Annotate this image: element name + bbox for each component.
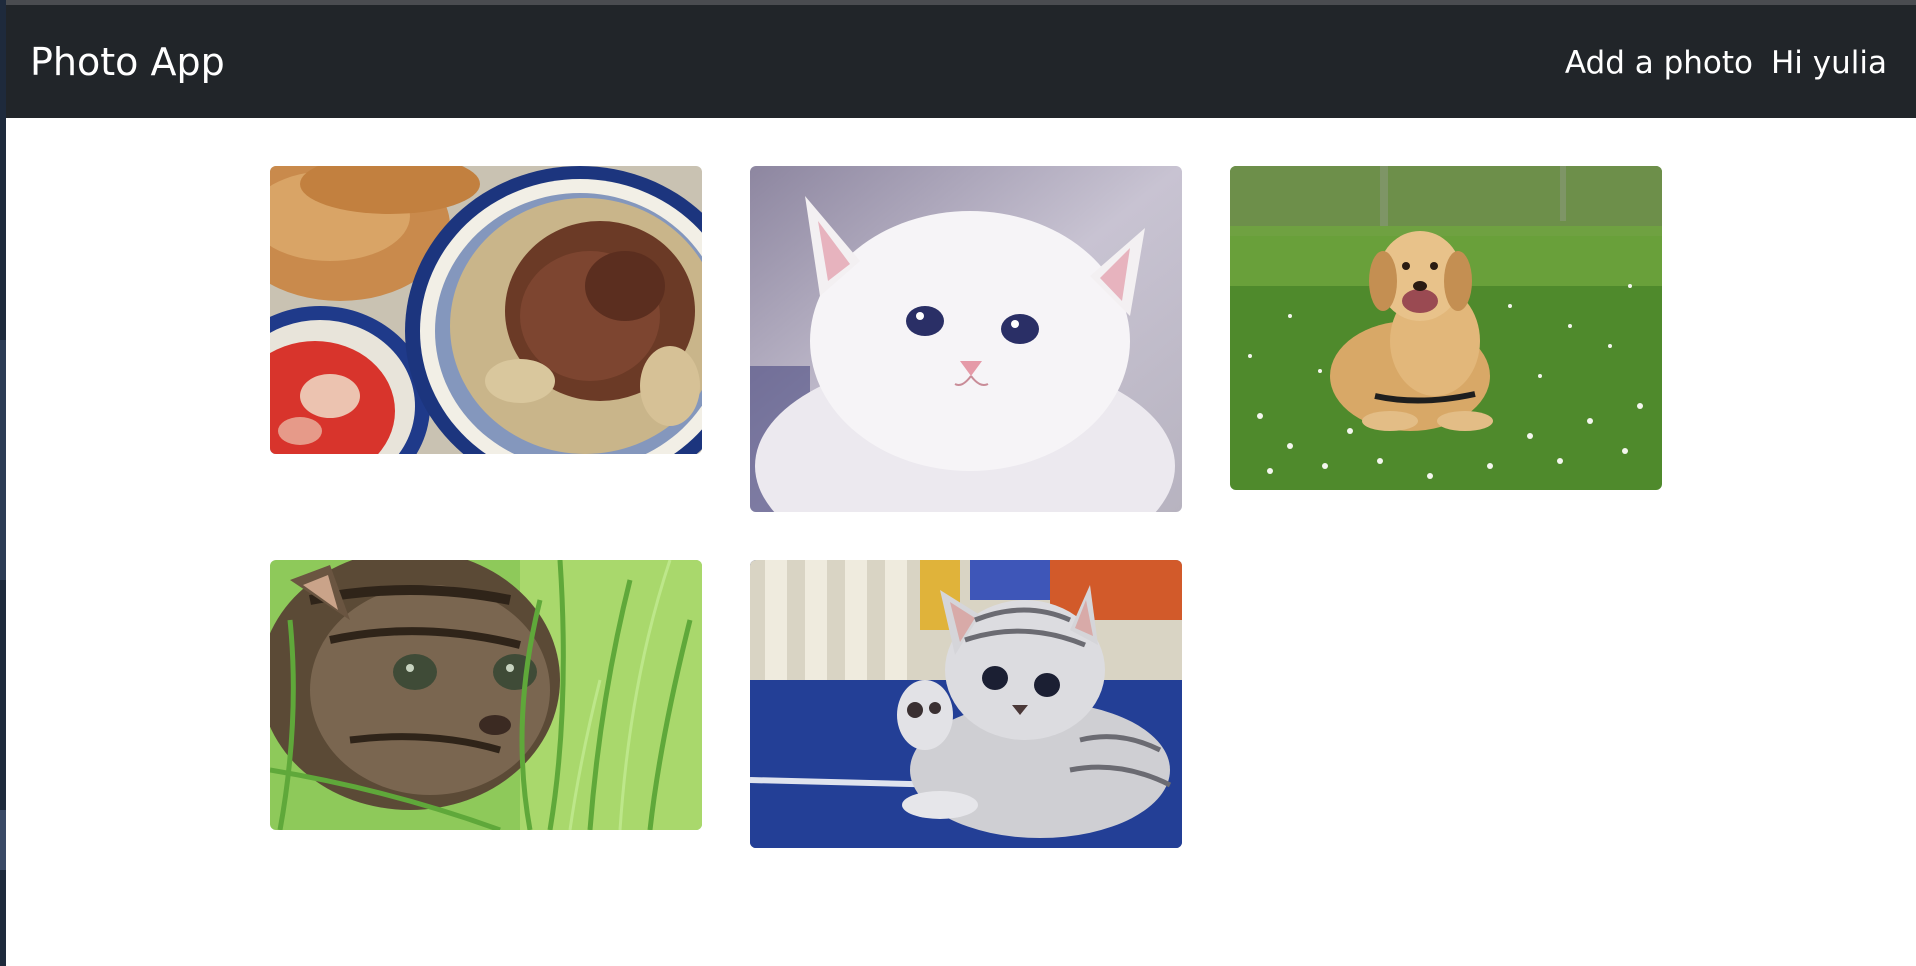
photo-card-plov[interactable] bbox=[270, 166, 702, 454]
photo-card-grey-kitten[interactable] bbox=[750, 560, 1182, 848]
brand-link[interactable]: Photo App bbox=[30, 39, 225, 85]
add-photo-link[interactable]: Add a photo bbox=[1565, 43, 1753, 83]
user-greeting-link[interactable]: Hi yulia bbox=[1771, 43, 1887, 83]
photo-card-golden-retriever[interactable] bbox=[1230, 166, 1662, 490]
tabby-kitten-image bbox=[270, 560, 702, 830]
white-kitten-image bbox=[750, 166, 1182, 512]
golden-retriever-image bbox=[1230, 166, 1662, 490]
photo-card-tabby-kitten[interactable] bbox=[270, 560, 702, 830]
navbar: Photo App Add a photo Hi yulia bbox=[6, 5, 1916, 118]
photo-card-white-kitten[interactable] bbox=[750, 166, 1182, 512]
plov-image bbox=[270, 166, 702, 454]
window-left-edge bbox=[0, 0, 6, 966]
grey-kitten-image bbox=[750, 560, 1182, 848]
